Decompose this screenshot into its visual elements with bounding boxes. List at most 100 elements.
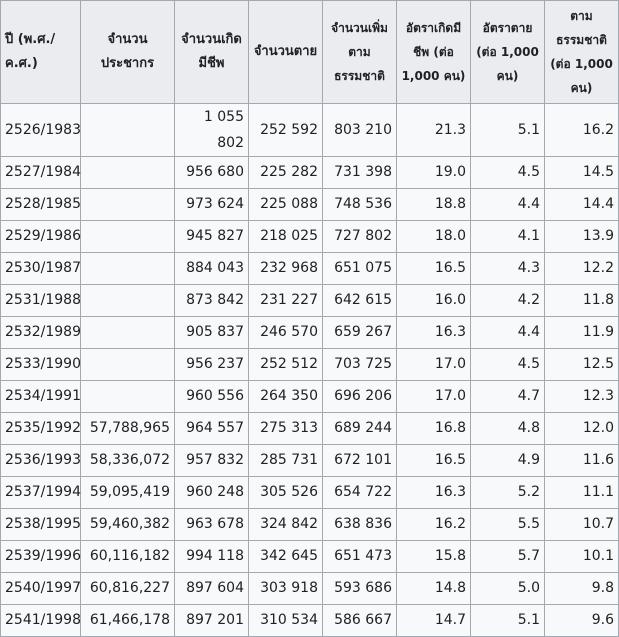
cell-population: 59,460,382 (80, 508, 175, 541)
cell-birth-rate: 21.3 (396, 103, 471, 157)
cell-natural-rate: 16.2 (544, 103, 619, 157)
cell-year: 2541/1998 (0, 604, 81, 637)
cell-birth-rate: 18.8 (396, 188, 471, 221)
cell-death-rate: 5.5 (470, 508, 545, 541)
cell-year: 2537/1994 (0, 476, 81, 509)
cell-live-births: 964 557 (174, 412, 249, 445)
cell-birth-rate: 18.0 (396, 220, 471, 253)
cell-deaths: 232 968 (248, 252, 323, 285)
cell-live-births: 873 842 (174, 284, 249, 317)
cell-birth-rate: 14.8 (396, 572, 471, 605)
cell-deaths: 275 313 (248, 412, 323, 445)
table-row: 2529/1986 945 827 218 025 727 802 18.0 4… (0, 220, 619, 253)
cell-deaths: 305 526 (248, 476, 323, 509)
table-row: 2540/1997 60,816,227 897 604 303 918 593… (0, 572, 619, 605)
cell-deaths: 342 645 (248, 540, 323, 573)
cell-population (80, 284, 175, 317)
cell-year: 2526/1983 (0, 103, 81, 157)
cell-death-rate: 5.7 (470, 540, 545, 573)
cell-natural-rate: 11.9 (544, 316, 619, 349)
cell-deaths: 285 731 (248, 444, 323, 477)
cell-natural-rate: 14.5 (544, 156, 619, 189)
cell-birth-rate: 16.2 (396, 508, 471, 541)
cell-population (80, 156, 175, 189)
cell-natural-increase: 748 536 (322, 188, 397, 221)
cell-population (80, 348, 175, 381)
cell-live-births: 884 043 (174, 252, 249, 285)
cell-year: 2529/1986 (0, 220, 81, 253)
cell-live-births: 963 678 (174, 508, 249, 541)
table-row: 2537/1994 59,095,419 960 248 305 526 654… (0, 476, 619, 509)
table-row: 2535/1992 57,788,965 964 557 275 313 689… (0, 412, 619, 445)
cell-population (80, 103, 175, 157)
cell-deaths: 225 282 (248, 156, 323, 189)
cell-population: 61,466,178 (80, 604, 175, 637)
col-header-population: จำนวนประชากร (80, 0, 175, 104)
table-row: 2541/1998 61,466,178 897 201 310 534 586… (0, 604, 619, 637)
header-row: ปี (พ.ศ./ ค.ศ.) จำนวนประชากร จำนวนเกิดมี… (0, 0, 619, 104)
cell-birth-rate: 16.8 (396, 412, 471, 445)
cell-population (80, 252, 175, 285)
cell-birth-rate: 14.7 (396, 604, 471, 637)
cell-death-rate: 4.4 (470, 188, 545, 221)
cell-birth-rate: 16.3 (396, 316, 471, 349)
cell-birth-rate: 16.3 (396, 476, 471, 509)
cell-live-births: 905 837 (174, 316, 249, 349)
cell-deaths: 252 592 (248, 103, 323, 157)
cell-death-rate: 4.7 (470, 380, 545, 413)
cell-live-births: 897 201 (174, 604, 249, 637)
cell-birth-rate: 16.5 (396, 444, 471, 477)
cell-natural-increase: 696 206 (322, 380, 397, 413)
cell-natural-increase: 651 075 (322, 252, 397, 285)
cell-deaths: 303 918 (248, 572, 323, 605)
cell-year: 2530/1987 (0, 252, 81, 285)
col-header-natural-increase: จำนวนเพิ่มตามธรรมชาติ (322, 0, 397, 104)
col-header-natural-rate: ตามธรรมชาติ (ต่อ 1,000 คน) (544, 0, 619, 104)
cell-natural-rate: 12.5 (544, 348, 619, 381)
table-row: 2533/1990 956 237 252 512 703 725 17.0 4… (0, 348, 619, 381)
cell-population: 57,788,965 (80, 412, 175, 445)
cell-live-births: 945 827 (174, 220, 249, 253)
cell-natural-rate: 9.8 (544, 572, 619, 605)
cell-population: 60,816,227 (80, 572, 175, 605)
cell-death-rate: 5.2 (470, 476, 545, 509)
cell-live-births: 956 680 (174, 156, 249, 189)
cell-deaths: 246 570 (248, 316, 323, 349)
cell-deaths: 225 088 (248, 188, 323, 221)
cell-deaths: 231 227 (248, 284, 323, 317)
cell-natural-increase: 727 802 (322, 220, 397, 253)
table-row: 2539/1996 60,116,182 994 118 342 645 651… (0, 540, 619, 573)
cell-death-rate: 4.3 (470, 252, 545, 285)
cell-year: 2535/1992 (0, 412, 81, 445)
cell-natural-rate: 12.2 (544, 252, 619, 285)
cell-population: 60,116,182 (80, 540, 175, 573)
cell-death-rate: 4.9 (470, 444, 545, 477)
cell-death-rate: 5.1 (470, 103, 545, 157)
cell-year: 2540/1997 (0, 572, 81, 605)
cell-deaths: 252 512 (248, 348, 323, 381)
demographics-table: ปี (พ.ศ./ ค.ศ.) จำนวนประชากร จำนวนเกิดมี… (0, 0, 619, 637)
table-row: 2528/1985 973 624 225 088 748 536 18.8 4… (0, 188, 619, 221)
cell-deaths: 264 350 (248, 380, 323, 413)
col-header-death-rate: อัตราตาย (ต่อ 1,000 คน) (470, 0, 545, 104)
cell-year: 2532/1989 (0, 316, 81, 349)
cell-live-births: 994 118 (174, 540, 249, 573)
cell-population (80, 380, 175, 413)
table-row: 2532/1989 905 837 246 570 659 267 16.3 4… (0, 316, 619, 349)
table-row: 2534/1991 960 556 264 350 696 206 17.0 4… (0, 380, 619, 413)
cell-natural-rate: 11.6 (544, 444, 619, 477)
cell-natural-increase: 654 722 (322, 476, 397, 509)
table-row: 2527/1984 956 680 225 282 731 398 19.0 4… (0, 156, 619, 189)
table-row: 2536/1993 58,336,072 957 832 285 731 672… (0, 444, 619, 477)
table-row: 2538/1995 59,460,382 963 678 324 842 638… (0, 508, 619, 541)
cell-death-rate: 4.8 (470, 412, 545, 445)
cell-natural-increase: 672 101 (322, 444, 397, 477)
cell-year: 2531/1988 (0, 284, 81, 317)
cell-birth-rate: 17.0 (396, 348, 471, 381)
cell-live-births: 973 624 (174, 188, 249, 221)
cell-deaths: 310 534 (248, 604, 323, 637)
cell-natural-rate: 11.8 (544, 284, 619, 317)
cell-death-rate: 4.4 (470, 316, 545, 349)
cell-natural-rate: 14.4 (544, 188, 619, 221)
cell-population: 58,336,072 (80, 444, 175, 477)
